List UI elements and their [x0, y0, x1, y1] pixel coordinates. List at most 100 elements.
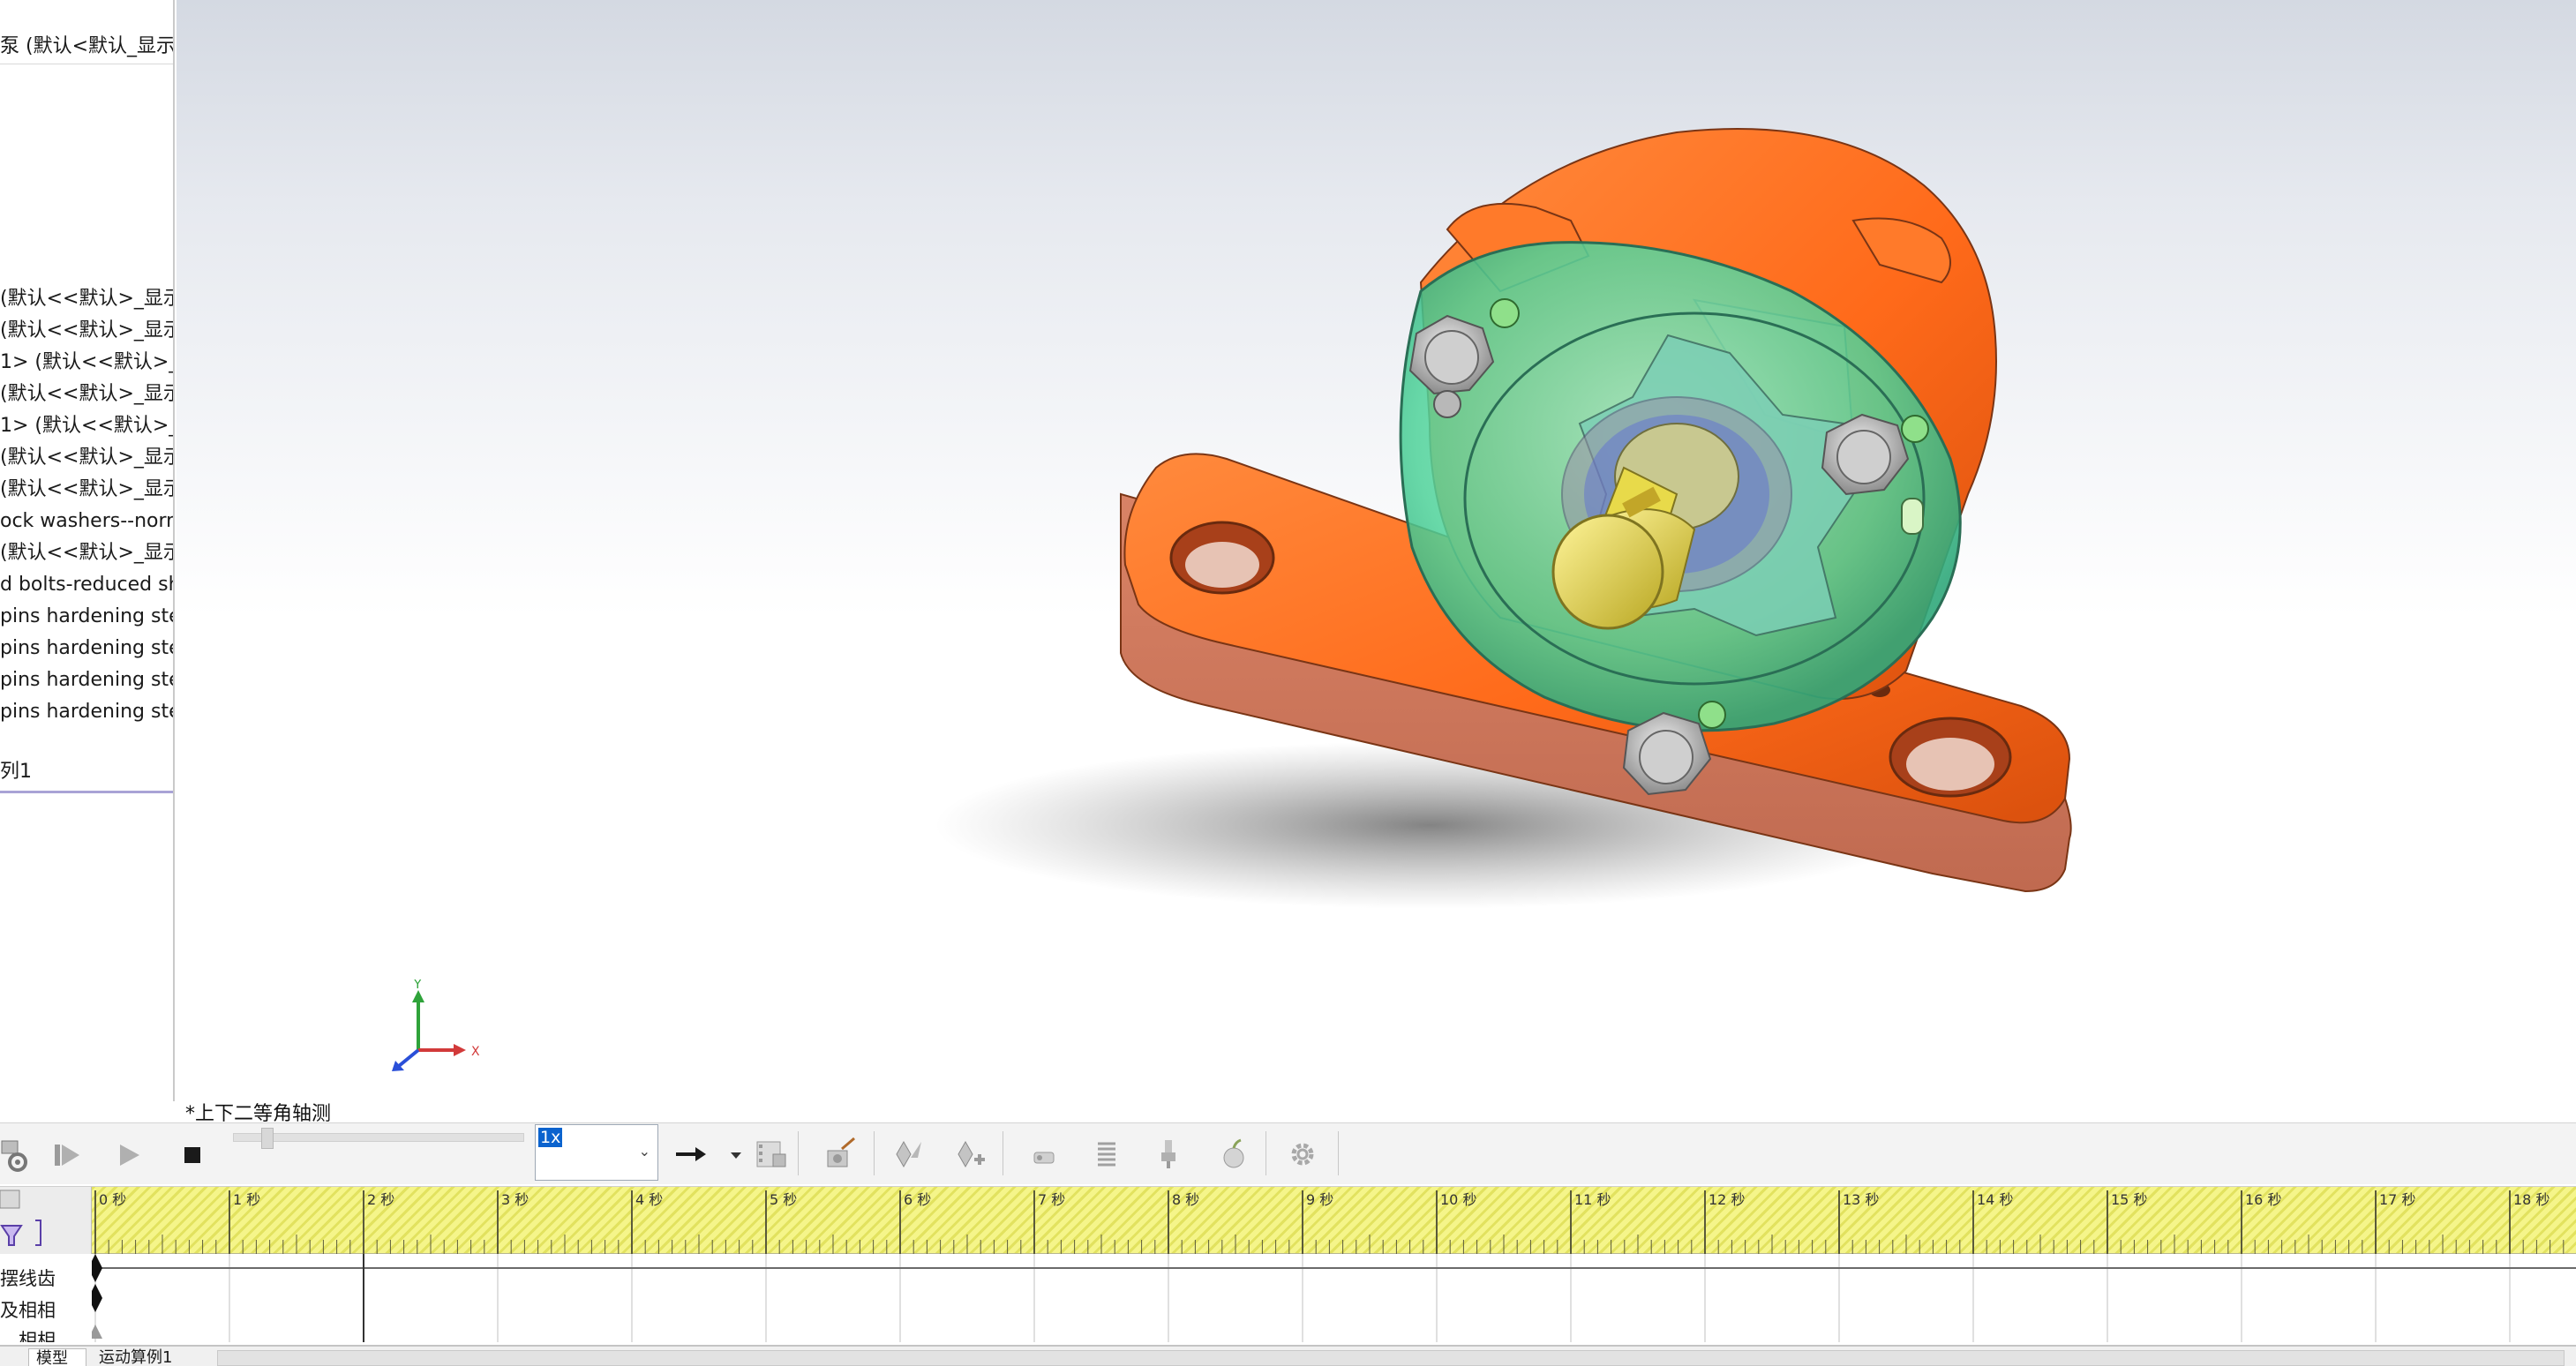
play-button[interactable]: [109, 1136, 148, 1175]
playback-mode-icon: [676, 1147, 706, 1161]
ruler-second-label: 11 秒: [1574, 1191, 1611, 1208]
tree-item-component[interactable]: ock washers--normal: [0, 507, 173, 537]
tree-item-component[interactable]: (默认<<默认>_显示: [0, 316, 173, 346]
ruler-second-label: 5 秒: [770, 1191, 797, 1208]
timeline-row-label[interactable]: 摆线齿: [0, 1265, 56, 1291]
animation-wizard-icon: [827, 1137, 855, 1167]
timeline-ruler-marks: 0 秒 1 秒 2 秒 3 秒 4 秒 5 秒 6 秒 7 秒 8 秒 9 秒 10 秒 11 秒 12…: [94, 1190, 2565, 1254]
playback-mode-button[interactable]: [671, 1135, 710, 1174]
add-key-button[interactable]: [951, 1135, 990, 1174]
toolbar-separator: [874, 1131, 875, 1175]
playback-mode-dropdown[interactable]: [717, 1135, 755, 1174]
bottom-tabs: 模型 运动算例1: [0, 1345, 2576, 1366]
triad-y-label: Y: [413, 979, 422, 992]
settings-icon: [1291, 1143, 1314, 1166]
tree-item-component[interactable]: 1> (默认<<默认>_显: [0, 411, 173, 441]
autokey-button[interactable]: [890, 1135, 928, 1174]
motor-button[interactable]: [1025, 1135, 1064, 1174]
ruler-second-label: 4 秒: [635, 1191, 663, 1208]
timeline-row-label[interactable]: ，相相: [0, 1326, 56, 1342]
toolbar-separator: [1338, 1131, 1339, 1175]
chevron-down-icon: ⌄: [638, 1143, 650, 1160]
feature-manager-tree: 泵 (默认<默认_显示> (默认<<默认>_显示 (默认<<默认>_显示 1> (默…: [0, 0, 175, 1101]
tab-model[interactable]: 模型: [28, 1348, 86, 1366]
ruler-second-label: 17 秒: [2379, 1191, 2415, 1208]
animation-wizard-button[interactable]: [821, 1135, 860, 1174]
tree-item-motion-study[interactable]: 列1: [0, 757, 32, 787]
timeline-key-point[interactable]: [92, 1325, 102, 1339]
spring-icon: [1098, 1142, 1115, 1167]
tree-item-component[interactable]: (默认<<默认>_显示: [0, 379, 173, 409]
tree-item-component[interactable]: 1> (默认<<默认>_显: [0, 348, 173, 378]
play-icon: [120, 1145, 139, 1166]
gravity-icon: [1223, 1138, 1244, 1168]
stop-icon: [184, 1147, 200, 1163]
stop-button[interactable]: [173, 1136, 212, 1175]
ruler-second-label: 15 秒: [2111, 1191, 2147, 1208]
toolbar-separator: [798, 1131, 799, 1175]
tree-collapse-splitter[interactable]: «: [173, 459, 175, 517]
pin-top-left: [1490, 298, 1520, 328]
caret-down-icon: [731, 1152, 741, 1159]
ruler-second-label: 1 秒: [233, 1191, 260, 1208]
tree-item-component[interactable]: pins hardening stee: [0, 602, 173, 632]
timeline-grid[interactable]: [92, 1254, 2576, 1342]
damper-icon: [1161, 1140, 1175, 1168]
ruler-second-label: 2 秒: [367, 1191, 394, 1208]
ruler-second-label: 7 秒: [1038, 1191, 1065, 1208]
ruler-second-label: 8 秒: [1172, 1191, 1199, 1208]
playback-slider-thumb[interactable]: [261, 1128, 274, 1149]
graphics-area[interactable]: Y X: [176, 0, 2576, 1121]
calculate-icon: [1, 1140, 27, 1172]
pin-right: [1901, 415, 1929, 443]
ruler-second-label: 16 秒: [2245, 1191, 2281, 1208]
tree-item-component[interactable]: d bolts-reduced sha: [0, 570, 173, 600]
playback-speed-select[interactable]: 1x ⌄: [535, 1124, 658, 1181]
damper-button[interactable]: [1149, 1135, 1188, 1174]
shaft-end: [1551, 514, 1664, 630]
motion-settings-button[interactable]: [1283, 1135, 1322, 1174]
ruler-second-label: 0 秒: [99, 1191, 126, 1208]
toolbar-separator: [1265, 1131, 1266, 1175]
timeline-header: [0, 1187, 92, 1254]
tabs-scrollbar[interactable]: [217, 1350, 2565, 1366]
timeline-key-point[interactable]: [92, 1284, 102, 1312]
save-animation-button[interactable]: [752, 1135, 791, 1174]
ruler-second-label: 14 秒: [1977, 1191, 2013, 1208]
timeline-ruler[interactable]: 0 秒 1 秒 2 秒 3 秒 4 秒 5 秒 6 秒 7 秒 8 秒 9 秒 10 秒 11 秒 12…: [92, 1187, 2576, 1254]
gear-pump-model[interactable]: [176, 0, 2576, 1121]
autokey-icon: [896, 1140, 921, 1168]
add-key-icon: [958, 1140, 985, 1168]
gravity-button[interactable]: [1214, 1135, 1253, 1174]
calculate-button[interactable]: [0, 1136, 35, 1175]
ruler-second-label: 13 秒: [1843, 1191, 1879, 1208]
play-from-start-icon: [55, 1145, 79, 1166]
spring-button[interactable]: [1087, 1135, 1126, 1174]
filter-icon[interactable]: [0, 1187, 92, 1254]
ruler-second-label: 9 秒: [1306, 1191, 1333, 1208]
ruler-second-label: 18 秒: [2513, 1191, 2550, 1208]
tree-item-component[interactable]: (默认<<默认>_显示: [0, 538, 173, 568]
tree-root-assembly[interactable]: 泵 (默认<默认_显示>: [0, 30, 173, 58]
ruler-second-label: 6 秒: [904, 1191, 931, 1208]
save-animation-icon: [756, 1141, 786, 1167]
tab-motion-study-1[interactable]: 运动算例1: [92, 1348, 212, 1366]
play-from-start-button[interactable]: [48, 1136, 86, 1175]
ruler-second-label: 10 秒: [1440, 1191, 1476, 1208]
tree-item-component[interactable]: pins hardening stee: [0, 665, 173, 695]
triad-x-label: X: [471, 1045, 480, 1059]
tree-item-component[interactable]: (默认<<默认>_显示: [0, 284, 173, 314]
motion-timeline: 0 秒 1 秒 2 秒 3 秒 4 秒 5 秒 6 秒 7 秒 8 秒 9 秒 10 秒 11 秒 12…: [0, 1186, 2576, 1342]
motor-icon: [1033, 1152, 1055, 1164]
ruler-second-label: 3 秒: [501, 1191, 529, 1208]
tree-item-component[interactable]: (默认<<默认>_显示: [0, 475, 173, 505]
tree-item-component[interactable]: pins hardening stee: [0, 634, 173, 664]
tree-item-component[interactable]: pins hardening stee: [0, 697, 173, 727]
tree-rollback-bar[interactable]: [0, 791, 173, 793]
reference-triad: Y X: [392, 979, 480, 1071]
tree-item-component[interactable]: (默认<<默认>_显示: [0, 443, 173, 473]
playback-slider[interactable]: [233, 1133, 524, 1142]
playback-speed-value: 1x: [538, 1128, 563, 1147]
timeline-row-label[interactable]: 及相相: [0, 1296, 56, 1323]
timeline-key-point[interactable]: [92, 1254, 102, 1282]
